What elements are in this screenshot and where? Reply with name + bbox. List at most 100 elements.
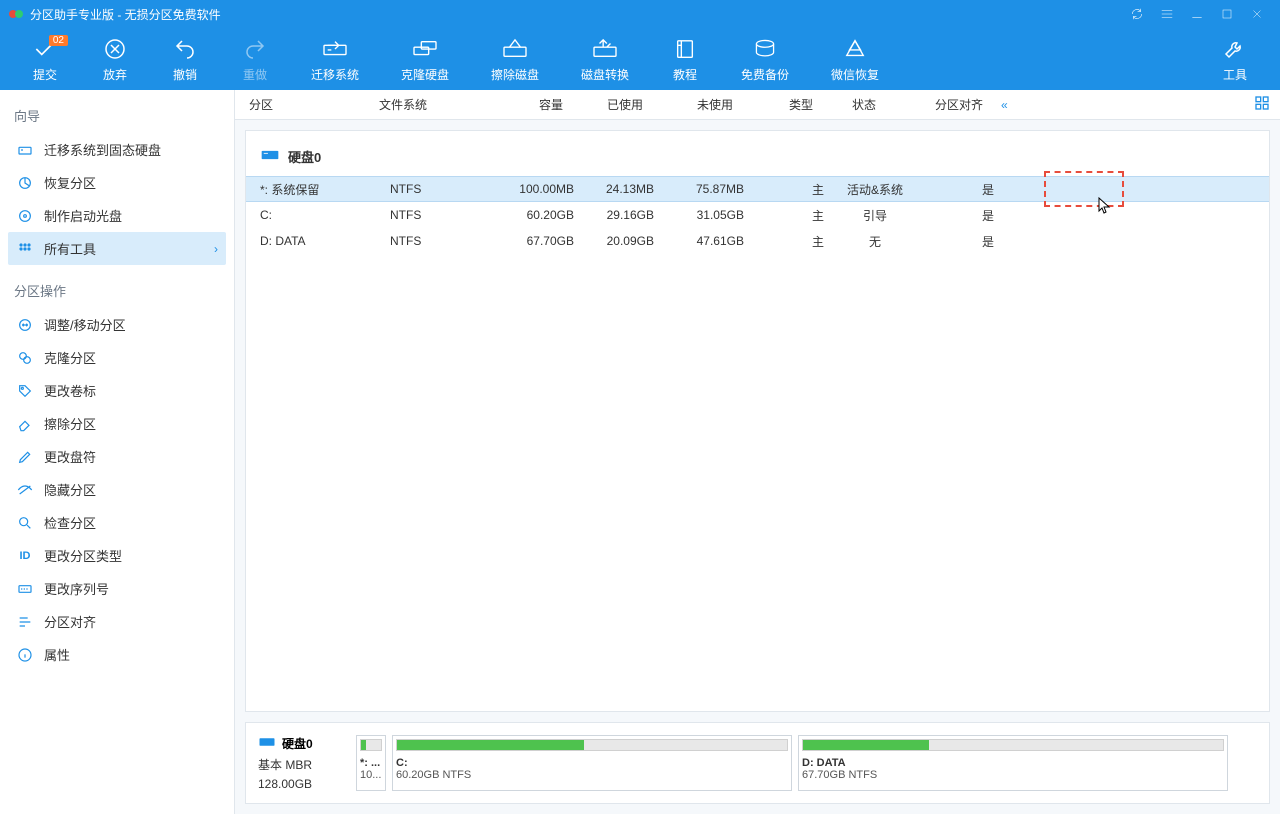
segment-sublabel: 67.70GB NTFS	[802, 769, 1224, 781]
segment-sublabel: 60.20GB NTFS	[396, 769, 788, 781]
sidebar-section-ops: 分区操作	[8, 273, 226, 308]
sidebar-ops-item[interactable]: 更改盘符	[8, 440, 226, 473]
cell-free: 47.61GB	[666, 234, 756, 248]
cell-partition: *: 系统保留	[256, 181, 386, 198]
cell-capacity: 60.20GB	[486, 208, 586, 222]
cell-status: 无	[836, 233, 926, 250]
segment-label: C:	[396, 757, 788, 769]
sidebar-ops-item[interactable]: 隐藏分区	[8, 473, 226, 506]
cell-align: 是	[926, 207, 1006, 224]
sidebar: 向导 迁移系统到固态硬盘恢复分区制作启动光盘所有工具› 分区操作 调整/移动分区…	[0, 90, 235, 814]
resize-icon	[16, 316, 34, 334]
pie-icon	[16, 174, 34, 192]
backup-icon	[753, 36, 777, 62]
table-row[interactable]: D: DATA NTFS 67.70GB 20.09GB 47.61GB 主 无…	[246, 228, 1269, 254]
sidebar-item-label: 所有工具	[44, 239, 96, 258]
segment-sublabel: 10...	[360, 769, 382, 781]
chevron-right-icon: ›	[214, 242, 218, 256]
cell-partition: C:	[256, 208, 386, 222]
edit-icon	[16, 448, 34, 466]
maximize-button[interactable]	[1212, 0, 1242, 28]
partition-grid: 硬盘0 *: 系统保留 NTFS 100.00MB 24.13MB 75.87M…	[245, 130, 1270, 712]
align-icon	[16, 613, 34, 631]
tutorial-button[interactable]: 教程	[650, 29, 720, 89]
sidebar-ops-item[interactable]: 克隆分区	[8, 341, 226, 374]
cell-free: 31.05GB	[666, 208, 756, 222]
commit-button[interactable]: 02 提交	[10, 29, 80, 89]
sidebar-item-label: 属性	[44, 645, 70, 664]
main-toolbar: 02 提交 放弃 撤销 重做 迁移系统 克隆硬盘 擦除磁盘 磁盘转换 教程 免费…	[0, 28, 1280, 90]
cell-used: 29.16GB	[586, 208, 666, 222]
col-capacity[interactable]: 容量	[475, 96, 575, 113]
col-partition[interactable]: 分区	[245, 96, 375, 113]
sidebar-ops-item[interactable]: 分区对齐	[8, 605, 226, 638]
usage-bar	[802, 739, 1224, 751]
clone-button[interactable]: 克隆硬盘	[380, 29, 470, 89]
sidebar-ops-item[interactable]: 更改卷标	[8, 374, 226, 407]
sidebar-ops-item[interactable]: 调整/移动分区	[8, 308, 226, 341]
col-status[interactable]: 状态	[825, 96, 915, 113]
tag-icon	[16, 382, 34, 400]
disk-map: 硬盘0 基本 MBR 128.00GB *: ... 10... C: 60.2…	[245, 722, 1270, 804]
diskmap-segment[interactable]: D: DATA 67.70GB NTFS	[798, 735, 1228, 791]
col-align[interactable]: 分区对齐	[915, 96, 995, 113]
wipe-button[interactable]: 擦除磁盘	[470, 29, 560, 89]
diskmap-segment[interactable]: C: 60.20GB NTFS	[392, 735, 792, 791]
sidebar-wizard-item[interactable]: 所有工具 ›	[8, 232, 226, 265]
cancel-icon	[103, 36, 127, 62]
col-type[interactable]: 类型	[745, 96, 825, 113]
book-icon	[674, 36, 696, 62]
sidebar-item-label: 分区对齐	[44, 612, 96, 631]
convert-button[interactable]: 磁盘转换	[560, 29, 650, 89]
grid-icon	[16, 240, 34, 258]
minimize-button[interactable]	[1182, 0, 1212, 28]
usage-bar	[396, 739, 788, 751]
sidebar-wizard-item[interactable]: 恢复分区	[8, 166, 226, 199]
wechat-recovery-button[interactable]: 微信恢复	[810, 29, 900, 89]
sidebar-wizard-item[interactable]: 制作启动光盘	[8, 199, 226, 232]
tools-button[interactable]: 工具	[1200, 29, 1270, 89]
undo-button[interactable]: 撤销	[150, 29, 220, 89]
migrate-button[interactable]: 迁移系统	[290, 29, 380, 89]
sidebar-ops-item[interactable]: ID更改分区类型	[8, 539, 226, 572]
sidebar-item-label: 更改盘符	[44, 447, 96, 466]
sidebar-ops-item[interactable]: 属性	[8, 638, 226, 671]
col-used[interactable]: 已使用	[575, 96, 655, 113]
cell-free: 75.87MB	[666, 182, 756, 196]
sidebar-item-label: 调整/移动分区	[44, 315, 126, 334]
cell-partition: D: DATA	[256, 234, 386, 248]
hide-icon	[16, 481, 34, 499]
collapse-columns-icon[interactable]: «	[1001, 98, 1008, 112]
segment-label: *: ...	[360, 757, 382, 769]
cell-type: 主	[756, 181, 836, 198]
wechat-icon	[843, 36, 867, 62]
sidebar-wizard-item[interactable]: 迁移系统到固态硬盘	[8, 133, 226, 166]
sidebar-ops-item[interactable]: 检查分区	[8, 506, 226, 539]
cell-type: 主	[756, 207, 836, 224]
cell-align: 是	[926, 233, 1006, 250]
cell-type: 主	[756, 233, 836, 250]
backup-button[interactable]: 免费备份	[720, 29, 810, 89]
wrench-icon	[1223, 36, 1247, 62]
commit-badge: 02	[49, 35, 68, 46]
layout-toggle-icon[interactable]	[1254, 95, 1270, 114]
redo-button[interactable]: 重做	[220, 29, 290, 89]
menu-button[interactable]	[1152, 0, 1182, 28]
sidebar-ops-item[interactable]: 擦除分区	[8, 407, 226, 440]
undo-icon	[173, 36, 197, 62]
close-button[interactable]	[1242, 0, 1272, 28]
cell-status: 引导	[836, 207, 926, 224]
disk-map-header[interactable]: 硬盘0 基本 MBR 128.00GB	[258, 735, 348, 791]
clone-icon	[412, 36, 438, 62]
diskmap-segment[interactable]: *: ... 10...	[356, 735, 386, 791]
col-free[interactable]: 未使用	[655, 96, 745, 113]
status-highlight-box	[1044, 171, 1124, 207]
search-icon	[16, 514, 34, 532]
sidebar-ops-item[interactable]: 更改序列号	[8, 572, 226, 605]
sidebar-item-label: 更改分区类型	[44, 546, 122, 565]
refresh-button[interactable]	[1122, 0, 1152, 28]
discard-button[interactable]: 放弃	[80, 29, 150, 89]
segment-label: D: DATA	[802, 757, 1224, 769]
eraser-icon	[16, 415, 34, 433]
col-fs[interactable]: 文件系统	[375, 96, 475, 113]
